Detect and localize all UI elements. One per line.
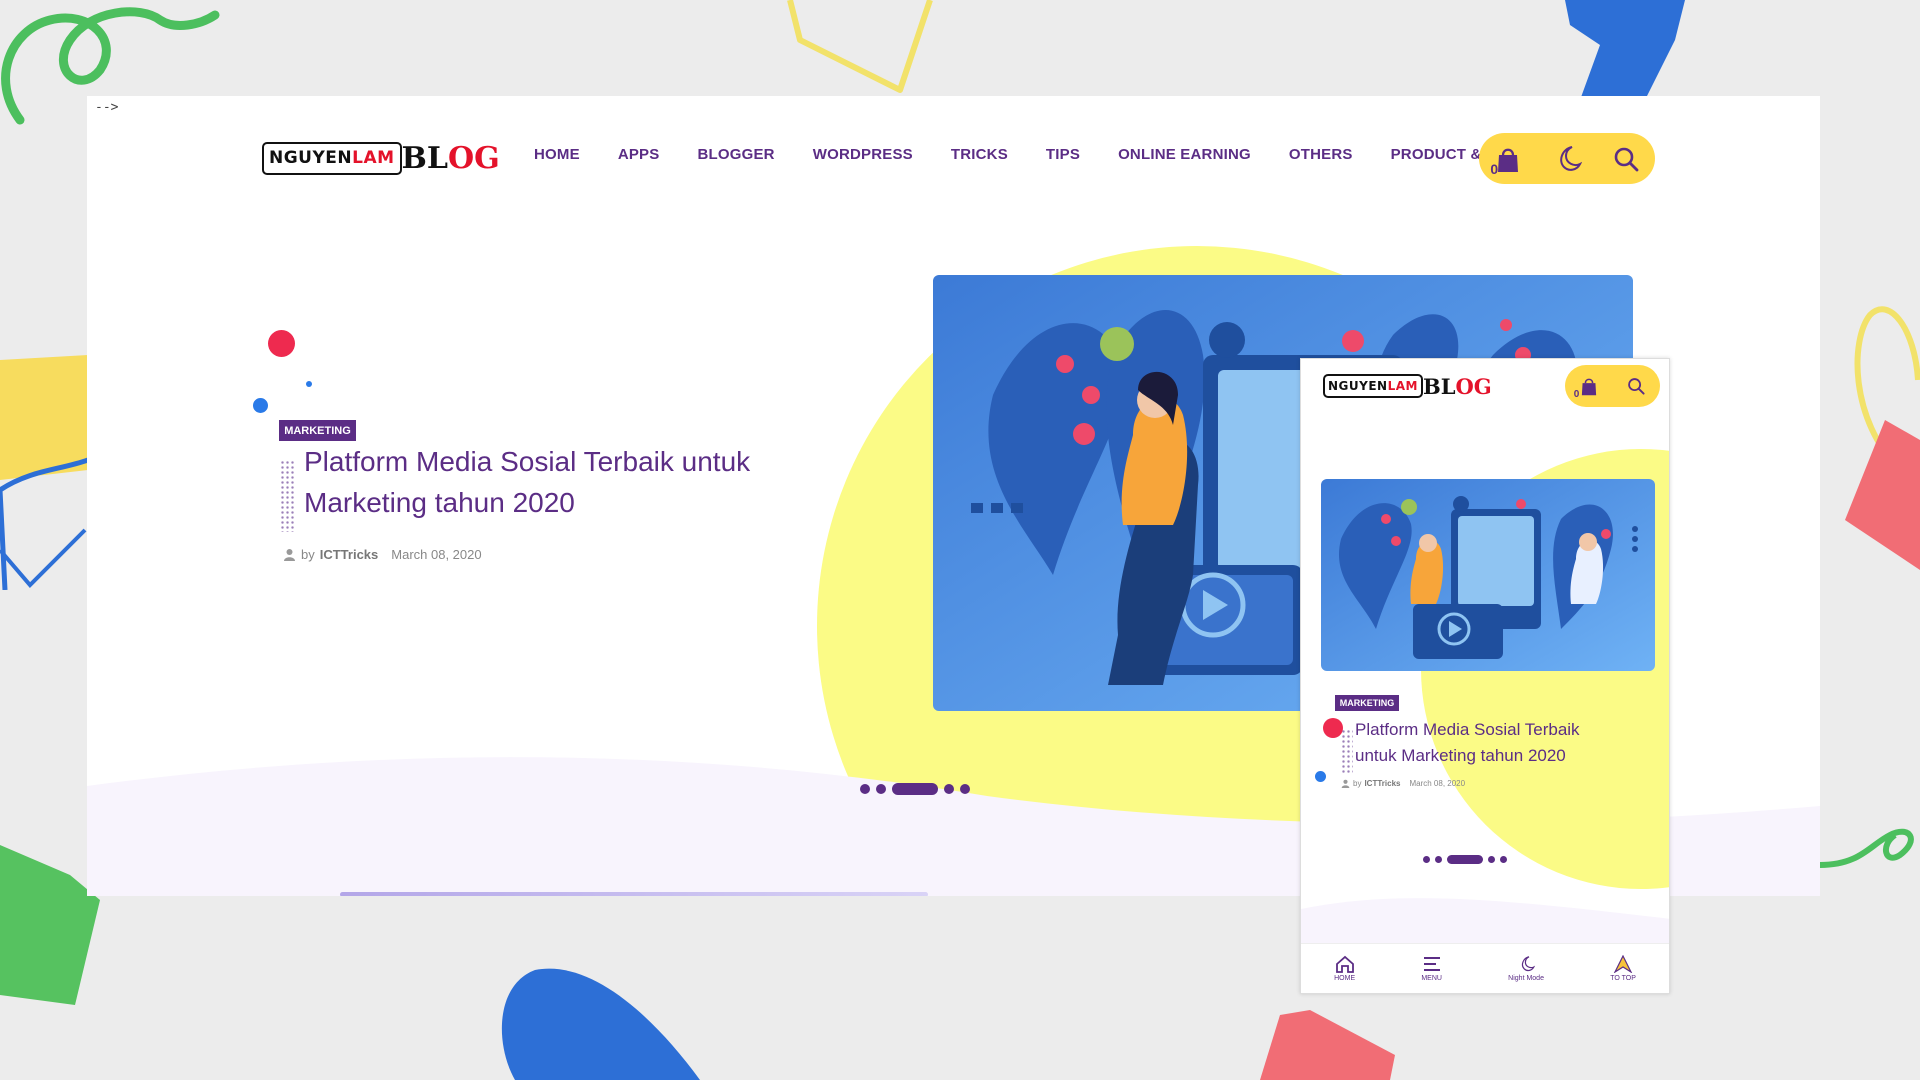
mobile-slide-dot-2[interactable] [1435, 856, 1442, 863]
mobile-bottom-nav: HOME MENU Night Mode TO TOP [1301, 943, 1669, 993]
mobile-nav-home[interactable]: HOME [1334, 955, 1355, 982]
mobile-cart-count: 0 [1573, 389, 1580, 400]
slide-dot-3-active[interactable] [892, 783, 938, 795]
mobile-post-author[interactable]: ICTTricks [1364, 779, 1400, 788]
mobile-title-dot-line [1341, 729, 1353, 775]
cart-count: 0 [1490, 160, 1499, 177]
slide-dot-5[interactable] [960, 784, 970, 794]
mobile-nav-menu[interactable]: MENU [1421, 955, 1442, 982]
mobile-logo-blog-text: BLOG [1422, 373, 1492, 399]
user-icon [1341, 779, 1350, 788]
nav-item-tricks[interactable]: TRICKS [951, 146, 1008, 163]
mobile-slide-dot-3-active[interactable] [1447, 855, 1483, 864]
mobile-post-date: March 08, 2020 [1409, 779, 1466, 788]
mobile-post-title[interactable]: Platform Media Sosial Terbaik untuk Mark… [1355, 717, 1580, 768]
nav-item-online-earning[interactable]: ONLINE EARNING [1118, 146, 1251, 163]
shopping-bag-icon [1498, 148, 1519, 172]
mobile-slide-dot-1[interactable] [1423, 856, 1430, 863]
header-toolbar: 0 [1479, 133, 1655, 184]
mobile-site-logo[interactable]: NGUYENLAM BLOG [1323, 374, 1492, 398]
slide-dot-4[interactable] [944, 784, 954, 794]
mobile-bottom-wave [1301, 898, 1669, 949]
slide-dot-2[interactable] [876, 784, 886, 794]
title-dot-line [280, 460, 296, 532]
mobile-header-toolbar: 0 [1565, 365, 1660, 407]
deco-blue-shape-bottom [495, 965, 705, 1080]
mobile-nav-to-top[interactable]: TO TOP [1610, 955, 1636, 982]
deco-red-shape-right [1845, 420, 1920, 580]
logo-blog-text: BLOG [401, 140, 500, 176]
search-icon [1614, 147, 1639, 171]
deco-green-squiggle-right [1820, 815, 1920, 875]
post-title[interactable]: Platform Media Sosial Terbaik untuk Mark… [304, 442, 750, 523]
moon-icon [1522, 956, 1536, 972]
mobile-post-meta: by ICTTricks March 08, 2020 [1341, 779, 1465, 788]
mobile-decor-dot-blue [1315, 771, 1326, 782]
main-nav: HOME APPS BLOGGER WORDPRESS TRICKS TIPS … [534, 146, 1564, 170]
nav-item-blogger[interactable]: BLOGGER [697, 146, 774, 163]
shopping-bag-icon [1581, 378, 1596, 396]
deco-yellow-outline-top [780, 0, 940, 95]
nav-item-others[interactable]: OTHERS [1289, 146, 1353, 163]
slide-dot-1[interactable] [860, 784, 870, 794]
mobile-slider-pagination [1423, 855, 1507, 864]
moon-icon [1560, 145, 1582, 171]
mobile-social-media-illustration [1321, 479, 1655, 671]
post-author[interactable]: ICTTricks [320, 547, 379, 562]
slider-progress-bar [340, 892, 928, 896]
slider-pagination [860, 783, 970, 795]
decor-dot-blue [253, 398, 268, 413]
arrow-up-icon [1613, 955, 1633, 973]
mobile-search-button[interactable] [1621, 371, 1651, 401]
site-header: NGUYENLAM BLOG HOME APPS BLOGGER WORDPRE… [87, 96, 1820, 226]
mobile-category-badge[interactable]: MARKETING [1335, 695, 1399, 711]
logo-name-box: NGUYENLAM [262, 142, 402, 175]
menu-icon [1423, 957, 1440, 971]
post-date: March 08, 2020 [391, 547, 482, 562]
search-icon [1628, 378, 1645, 395]
mobile-decor-dot-red [1323, 718, 1343, 738]
user-icon [284, 549, 295, 561]
decor-dot-red [268, 330, 295, 357]
mobile-slide-dot-4[interactable] [1488, 856, 1495, 863]
night-mode-button[interactable] [1547, 139, 1587, 179]
category-badge[interactable]: MARKETING [279, 420, 356, 441]
mobile-slide-dot-5[interactable] [1500, 856, 1507, 863]
mobile-screenshot: NGUYENLAM BLOG 0 MARKETING Platform Medi… [1300, 358, 1670, 994]
deco-red-shape-bottom [1240, 1010, 1400, 1080]
nav-item-wordpress[interactable]: WORDPRESS [813, 146, 913, 163]
mobile-cart-button[interactable]: 0 [1574, 371, 1604, 401]
site-logo[interactable]: NGUYENLAM BLOG [262, 142, 500, 175]
nav-item-home[interactable]: HOME [534, 146, 580, 163]
decor-dot-blue-small [306, 381, 312, 387]
cart-button[interactable]: 0 [1488, 139, 1528, 179]
nav-item-tips[interactable]: TIPS [1046, 146, 1080, 163]
nav-item-apps[interactable]: APPS [618, 146, 660, 163]
deco-yellow-shape-left [0, 350, 90, 590]
home-icon [1335, 955, 1354, 973]
search-button[interactable] [1606, 139, 1646, 179]
mobile-featured-image[interactable] [1321, 479, 1655, 671]
deco-blue-shape-top-right [1560, 0, 1690, 100]
mobile-logo-name-box: NGUYENLAM [1323, 374, 1423, 398]
post-meta: by ICTTricks March 08, 2020 [283, 547, 482, 562]
mobile-nav-night-mode[interactable]: Night Mode [1508, 955, 1544, 982]
